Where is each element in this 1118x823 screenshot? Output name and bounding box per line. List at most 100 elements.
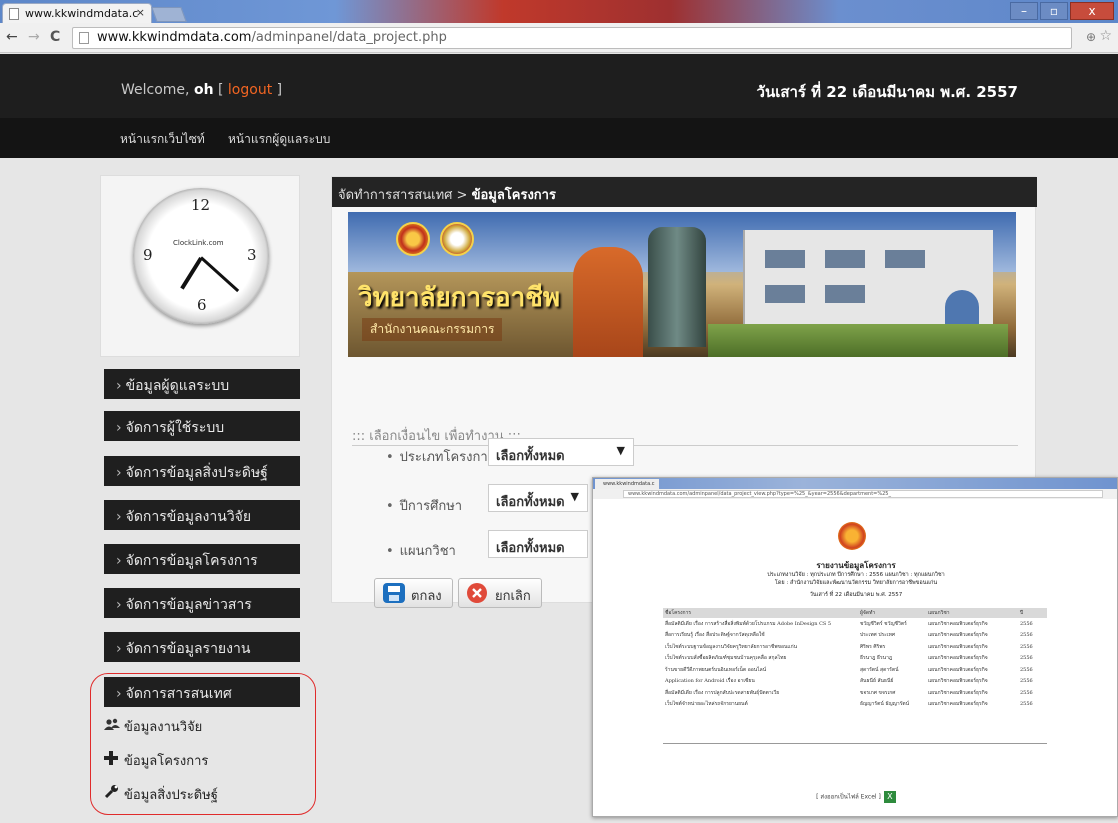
page-icon <box>9 8 19 20</box>
chevron-right-icon: › <box>116 553 122 569</box>
subitem-invention-data[interactable]: ข้อมูลสิ่งประดิษฐ์ <box>104 784 218 805</box>
sidebar-item-label: จัดการข้อมูลข่าวสาร <box>125 597 252 613</box>
cancel-button[interactable]: ยกเลิก <box>458 578 542 608</box>
cell: ประเทศ ประเทศ <box>860 632 896 639</box>
site-header: Welcome, oh [ logout ] วันเสาร์ ที่ 22 เ… <box>0 54 1118 118</box>
close-window-button[interactable]: x <box>1070 2 1114 20</box>
sidebar-item-inventions[interactable]: › จัดการข้อมูลสิ่งประดิษฐ์ <box>104 456 300 486</box>
column-header: แผนกวิชา <box>926 608 1018 618</box>
banner-window <box>825 285 865 303</box>
logout-bracket-close: ] <box>272 82 283 98</box>
ministry-logo-icon <box>440 222 474 256</box>
menu-home-site[interactable]: หน้าแรกเว็บไซท์ <box>120 130 205 149</box>
minimize-button[interactable]: – <box>1010 2 1038 20</box>
username: oh <box>193 82 214 98</box>
cell: แผนกวิชาคอมพิวเตอร์ธุรกิจ <box>928 632 988 639</box>
excel-icon: X <box>883 791 896 803</box>
sidebar-item-label: จัดการสารสนเทศ <box>125 686 232 702</box>
export-excel-link[interactable]: [ ส่งออกเป็นไฟล์ Excel ] X <box>593 791 1117 803</box>
sidebar-item-news[interactable]: › จัดการข้อมูลข่าวสาร <box>104 588 300 618</box>
subitem-research-data[interactable]: ข้อมูลงานวิจัย <box>104 716 202 737</box>
table-header-row: ชื่อโครงการ ผู้จัดทำ แผนกวิชา ปี <box>663 608 1047 618</box>
zoom-icon[interactable]: ⊕ <box>1086 30 1096 44</box>
select-value: เลือกทั้งหมด <box>496 541 565 556</box>
top-menu: หน้าแรกเว็บไซท์ หน้าแรกผู้ดูแลระบบ <box>0 118 1118 158</box>
maximize-button[interactable]: ▫ <box>1040 2 1068 20</box>
sidebar-item-label: จัดการผู้ใช้ระบบ <box>125 420 225 436</box>
browser-titlebar: www.kkwindmdata.c × – ▫ x <box>0 0 1118 23</box>
report-titlebar <box>593 478 1117 489</box>
cell: Application for Android เรื่อง อาเซียน <box>665 678 755 685</box>
cell: สันธนีย์ สันธนีย์ <box>860 678 894 685</box>
cell: 2556 <box>1020 689 1033 696</box>
year-select[interactable]: เลือกทั้งหมด ▼ <box>488 484 588 512</box>
banner-window <box>765 285 805 303</box>
clock-number-12: 12 <box>191 196 211 214</box>
college-logo-icon <box>396 222 430 256</box>
subitem-project-data[interactable]: ข้อมูลโครงการ <box>104 750 208 771</box>
table-row: Application for Android เรื่อง อาเซียน สั… <box>663 676 1047 688</box>
address-bar: ← → C www.kkwindmdata.com/adminpanel/dat… <box>0 23 1118 53</box>
chevron-right-icon: › <box>116 641 122 657</box>
users-icon <box>104 718 124 735</box>
tab-close-icon[interactable]: × <box>136 6 145 19</box>
save-icon <box>383 583 405 603</box>
reload-icon[interactable]: C <box>50 29 60 45</box>
banner-lawn <box>708 324 1008 357</box>
url-domain: www.kkwindmdata.com <box>97 30 252 45</box>
table-row: เว็บไซต์จำหน่ายอะไหล่รถจักรยานยนต์ ธัญญาร… <box>663 699 1047 711</box>
banner-tank <box>648 227 706 347</box>
cell: 2556 <box>1020 701 1033 708</box>
project-type-select[interactable]: เลือกทั้งหมด ▼ <box>488 438 634 466</box>
welcome-text: Welcome, oh [ logout ] <box>121 82 282 98</box>
cell: ชวัญชีวิตร์ ชวัญชีวิตร์ <box>860 620 907 627</box>
breadcrumb-current: ข้อมูลโครงการ <box>471 188 556 203</box>
sidebar-item-admin-info[interactable]: › ข้อมูลผู้ดูแลระบบ <box>104 369 300 399</box>
department-select[interactable]: เลือกทั้งหมด <box>488 530 588 558</box>
browser-tab[interactable]: www.kkwindmdata.c × <box>2 3 152 23</box>
cell: 2556 <box>1020 632 1033 639</box>
cell: 2556 <box>1020 655 1033 662</box>
column-header: ชื่อโครงการ <box>663 608 858 618</box>
tab-title: www.kkwindmdata.c <box>25 7 139 20</box>
breadcrumb-parent[interactable]: จัดทำการสารสนเทศ <box>338 188 452 203</box>
new-tab-button[interactable] <box>151 7 187 22</box>
select-value: เลือกทั้งหมด <box>496 449 565 464</box>
chevron-right-icon: › <box>116 686 122 702</box>
sidebar-item-projects[interactable]: › จัดการข้อมูลโครงการ <box>104 544 300 574</box>
cell: แผนกวิชาคอมพิวเตอร์ธุรกิจ <box>928 701 988 708</box>
sidebar-item-research[interactable]: › จัดการข้อมูลงานวิจัย <box>104 500 300 530</box>
cell: แผนกวิชาคอมพิวเตอร์ธุรกิจ <box>928 643 988 650</box>
submit-button[interactable]: ตกลง <box>374 578 453 608</box>
back-icon[interactable]: ← <box>6 29 18 45</box>
divider <box>663 743 1047 744</box>
banner-worker <box>573 247 643 357</box>
export-excel-label: [ ส่งออกเป็นไฟล์ Excel ] <box>816 793 881 801</box>
clock-number-6: 6 <box>197 296 207 314</box>
forward-icon[interactable]: → <box>28 29 40 45</box>
menu-home-admin[interactable]: หน้าแรกผู้ดูแลระบบ <box>228 130 330 149</box>
report-logo-icon <box>838 522 866 550</box>
chevron-down-icon: ▼ <box>616 444 625 457</box>
bookmark-star-icon[interactable]: ☆ <box>1099 28 1112 44</box>
report-url[interactable]: www.kkwindmdata.com/adminpanel/data_proj… <box>623 490 1103 498</box>
cell: 2556 <box>1020 620 1033 627</box>
logout-link[interactable]: logout <box>228 82 272 98</box>
table-row: สื่อการเรียนรู้ เรื่อง สื่อประดิษฐ์จากวั… <box>663 630 1047 642</box>
window-controls: – ▫ x <box>1010 2 1114 20</box>
cell: เว็บไซต์ระบบสั่งซื้อผลิตภัณฑ์ชุมชนบ้านคุ… <box>665 655 787 662</box>
bullet: • <box>386 544 394 559</box>
cell: ศิริพร ศิริพร <box>860 643 886 650</box>
sidebar-item-users[interactable]: › จัดการผู้ใช้ระบบ <box>104 411 300 441</box>
cell: แผนกวิชาคอมพิวเตอร์ธุรกิจ <box>928 666 988 673</box>
cell: ธีรนาฎ ธีรนาฎ <box>860 655 893 662</box>
sidebar-item-information[interactable]: › จัดการสารสนเทศ <box>104 677 300 707</box>
banner-window <box>765 250 805 268</box>
cell: แผนกวิชาคอมพิวเตอร์ธุรกิจ <box>928 678 988 685</box>
report-tab[interactable]: www.kkwindmdata.c <box>595 479 659 489</box>
sidebar-item-label: จัดการข้อมูลรายงาน <box>125 641 251 657</box>
url-input[interactable]: www.kkwindmdata.com/adminpanel/data_proj… <box>72 27 1072 49</box>
sidebar-item-reports[interactable]: › จัดการข้อมูลรายงาน <box>104 632 300 662</box>
chevron-right-icon: › <box>116 420 122 436</box>
cell: 2556 <box>1020 678 1033 685</box>
